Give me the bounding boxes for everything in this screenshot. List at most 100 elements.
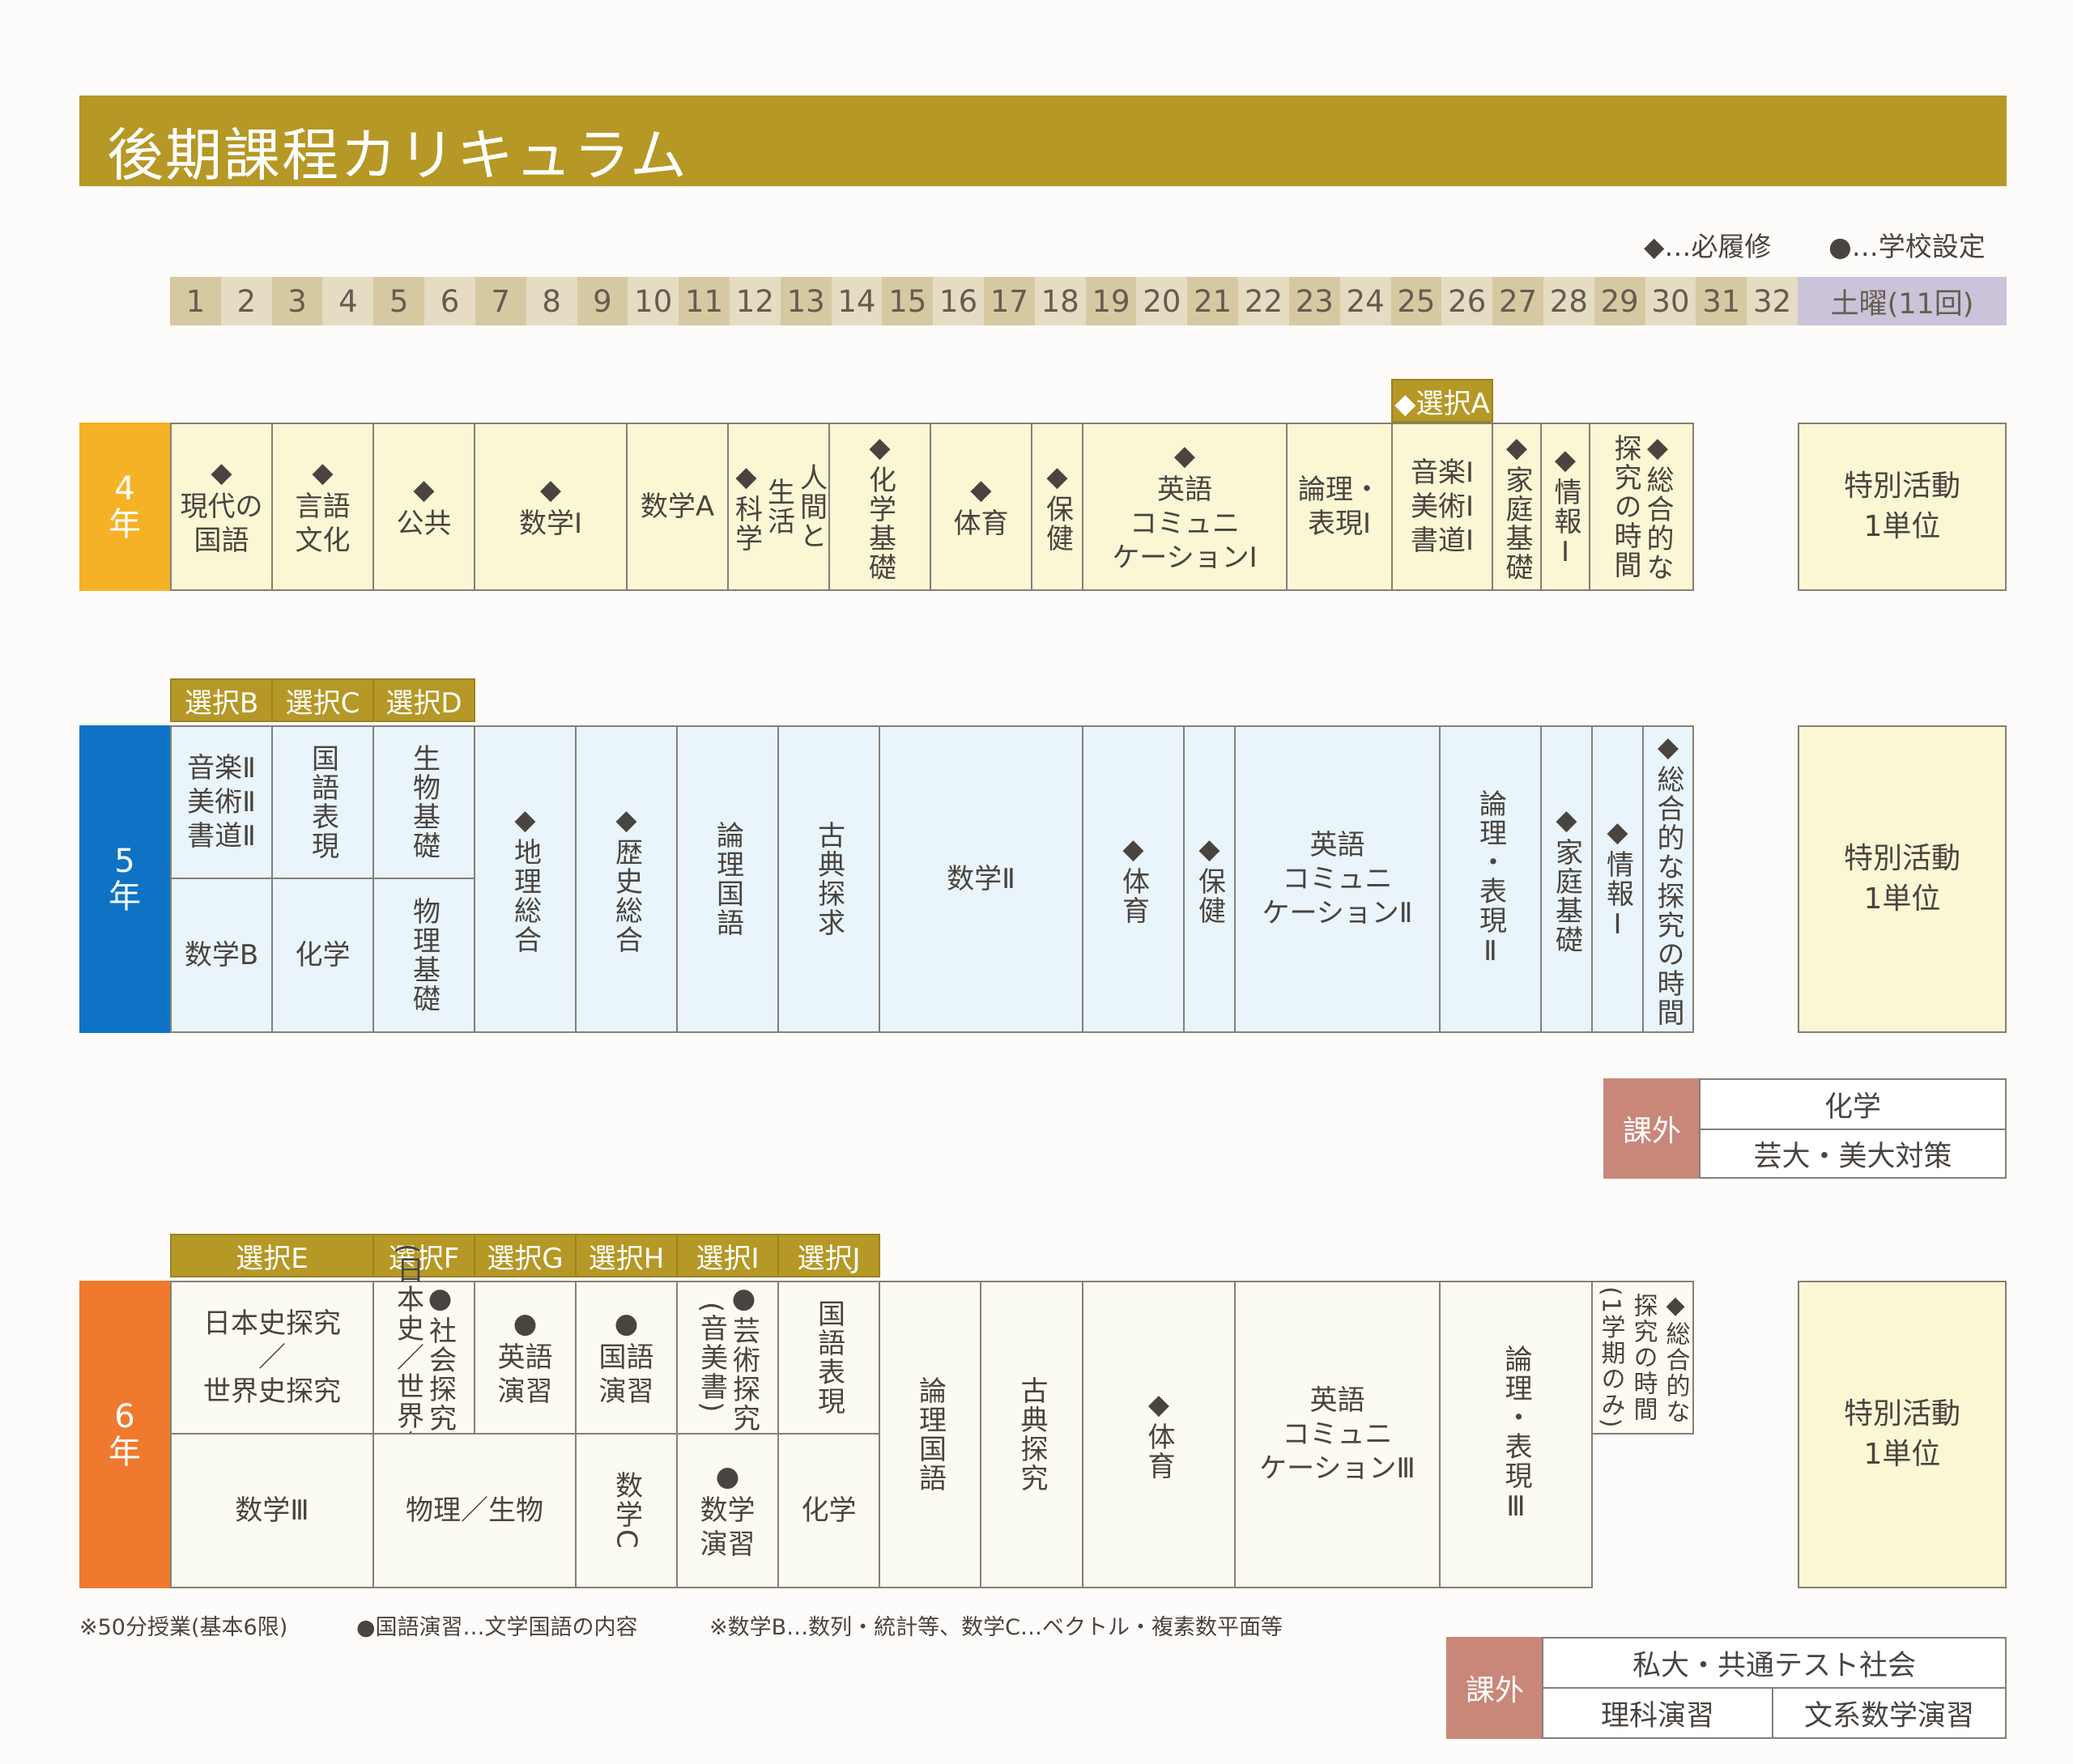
g5-taiiku: ◆体育 xyxy=(1082,725,1185,1033)
g4-sogo-tankyu: ◆総合的な 探究の時間 xyxy=(1589,423,1694,591)
g6-special-activity: 特別活動 1単位 xyxy=(1798,1281,2007,1588)
g5-chiri-sogo: ◆地理総合 xyxy=(474,725,577,1033)
g4-ongaku-bijutsu-shodo-1: 音楽Ⅰ 美術Ⅰ 書道Ⅰ xyxy=(1391,423,1493,591)
select-g-header: 選択G xyxy=(474,1234,577,1277)
g4-ronri-hyogen-1: 論理・ 表現Ⅰ xyxy=(1286,423,1393,591)
column-number: 5 xyxy=(373,277,425,325)
column-number: 24 xyxy=(1339,277,1391,325)
select-e-header: 選択E xyxy=(170,1234,374,1277)
column-number: 27 xyxy=(1492,277,1543,325)
g6-sogo-tankyu: ◆総合的な 探究の時間 (1学期のみ) xyxy=(1591,1281,1694,1435)
g6-eigo-enshu: ● 英語 演習 xyxy=(474,1281,577,1435)
g6-sugaku-c: 数学C xyxy=(575,1433,678,1588)
g4-kokyo: ◆ 公共 xyxy=(372,423,475,591)
column-number: 6 xyxy=(424,277,475,325)
g5-butsuri-kiso: 物理基礎 xyxy=(372,878,475,1033)
g6-kagai-rika-enshu: 理科演習 xyxy=(1542,1687,1773,1739)
column-number: 21 xyxy=(1187,277,1239,325)
g4-hoken: ◆保健 xyxy=(1031,423,1083,591)
select-d-header: 選択D xyxy=(372,678,475,722)
g5-ronri-hyogen-2: 論理・表現Ⅱ xyxy=(1439,725,1542,1033)
legend-school: ●…学校設定 xyxy=(1828,231,1986,262)
g5-hoken: ◆保健 xyxy=(1183,725,1236,1033)
g6-eigo-comm-3: 英語 コミュニ ケーションⅢ xyxy=(1234,1281,1441,1588)
column-number: 22 xyxy=(1238,277,1289,325)
g6-taiiku: ◆体育 xyxy=(1082,1281,1236,1588)
column-number: 7 xyxy=(475,277,526,325)
g6-ronri-kokugo: 論理国語 xyxy=(879,1281,981,1588)
legend-required: ◆…必履修 xyxy=(1644,231,1772,262)
g6-sugaku-3: 数学Ⅲ xyxy=(170,1433,374,1588)
g5-ronri-kokugo: 論理国語 xyxy=(676,725,779,1033)
g5-kagai-label: 課外 xyxy=(1603,1078,1701,1179)
column-number: 16 xyxy=(933,277,984,325)
g6-geijutsu-tankyu: ●芸術探究 (音美書) xyxy=(676,1281,779,1435)
g5-seibutsu-kiso: 生物基礎 xyxy=(372,725,475,879)
title-banner: 後期課程カリキュラム xyxy=(79,96,2007,189)
footnote-kokugo-enshu: ●国語演習…文学国語の内容 xyxy=(356,1615,638,1640)
select-j-header: 選択J xyxy=(777,1234,880,1277)
g4-kagaku-to-ningen: 人間と 生活 ◆科学 xyxy=(727,423,830,591)
page-title: 後期課程カリキュラム xyxy=(107,122,688,189)
column-number: 14 xyxy=(831,277,883,325)
column-number: 30 xyxy=(1645,277,1696,325)
column-number: 11 xyxy=(679,277,730,325)
select-b-header: 選択B xyxy=(170,678,273,722)
saturday-label: 土曜(11回) xyxy=(1798,277,2007,325)
column-number: 1 xyxy=(170,277,221,325)
footnote-class-length: ※50分授業(基本6限) xyxy=(79,1615,288,1640)
column-number: 31 xyxy=(1696,277,1747,325)
column-number: 8 xyxy=(526,277,577,325)
g5-kagai-kagaku: 化学 xyxy=(1699,1078,2007,1130)
select-a-header: ◆選択A xyxy=(1391,379,1493,423)
column-number: 10 xyxy=(628,277,679,325)
column-number: 2 xyxy=(220,277,272,325)
column-number: 12 xyxy=(729,277,781,325)
g4-taiiku: ◆ 体育 xyxy=(930,423,1032,591)
g6-kokugo-hyogen: 国語表現 xyxy=(777,1281,880,1435)
column-number: 15 xyxy=(882,277,934,325)
g5-joho-1: ◆情報Ⅰ xyxy=(1591,725,1644,1033)
g4-kagaku-kiso: ◆化学基礎 xyxy=(828,423,931,591)
g4-sugaku-a: 数学A xyxy=(626,423,729,591)
grade-6-label: 6 年 xyxy=(79,1281,170,1588)
column-number: 25 xyxy=(1390,277,1442,325)
g6-kagai-bunkei-sugaku: 文系数学演習 xyxy=(1772,1687,2007,1739)
g5-eigo-comm-2: 英語 コミュニ ケーションⅡ xyxy=(1234,725,1441,1033)
g4-katei-kiso: ◆家庭基礎 xyxy=(1492,423,1542,591)
grade-5-label: 5 年 xyxy=(79,725,170,1033)
select-i-header: 選択Ⅰ xyxy=(676,1234,779,1277)
g6-kagaku: 化学 xyxy=(777,1433,880,1588)
column-number: 13 xyxy=(780,277,832,325)
g5-koten-tankyu: 古典探求 xyxy=(777,725,880,1033)
g4-joho-1: ◆情報Ⅰ xyxy=(1540,423,1590,591)
g5-kagaku: 化学 xyxy=(271,878,374,1033)
column-number: 26 xyxy=(1441,277,1493,325)
g6-ronri-hyogen-3: 論理・表現Ⅲ xyxy=(1439,1281,1593,1588)
column-number: 20 xyxy=(1136,277,1188,325)
g5-rekishi-sogo: ◆歴史総合 xyxy=(575,725,678,1033)
footnote-sugaku: ※数学B…数列・統計等、数学C…ベクトル・複素数平面等 xyxy=(709,1615,1283,1640)
column-number: 3 xyxy=(271,277,323,325)
g6-kokugo-enshu: ● 国語 演習 xyxy=(575,1281,678,1435)
g6-koten-tankyu: 古典探究 xyxy=(980,1281,1083,1588)
g4-eigo-comm-1: ◆ 英語 コミュニ ケーションⅠ xyxy=(1082,423,1288,591)
g5-sogo-tankyu: ◆総合的な探究の時間 xyxy=(1642,725,1694,1033)
column-number: 28 xyxy=(1543,277,1594,325)
g4-special-activity: 特別活動 1単位 xyxy=(1798,423,2007,591)
g4-gendai-kokugo: ◆ 現代の 国語 xyxy=(170,423,273,591)
column-number: 19 xyxy=(1085,277,1137,325)
g6-butsuri-seibutsu: 物理／生物 xyxy=(372,1433,577,1588)
g5-kagai-geidai: 芸大・美大対策 xyxy=(1699,1129,2007,1179)
g5-kokugo-hyogen: 国語表現 xyxy=(271,725,374,879)
select-h-header: 選択H xyxy=(575,1234,678,1277)
column-number: 9 xyxy=(577,277,628,325)
g5-ongaku-bijutsu-shodo-2: 音楽Ⅱ 美術Ⅱ 書道Ⅱ xyxy=(170,725,273,879)
column-number-strip: 1 2 3 4 5 6 7 8 9 10 11 12 13 14 15 16 17 18 19 20 21 22 23 24 2… xyxy=(170,277,1798,325)
g5-sugaku-b: 数学B xyxy=(170,878,273,1033)
g5-katei-kiso: ◆家庭基礎 xyxy=(1540,725,1593,1033)
g4-gengo-bunka: ◆ 言語 文化 xyxy=(271,423,374,591)
column-number: 32 xyxy=(1747,277,1798,325)
select-c-header: 選択C xyxy=(271,678,374,722)
column-number: 17 xyxy=(984,277,1035,325)
